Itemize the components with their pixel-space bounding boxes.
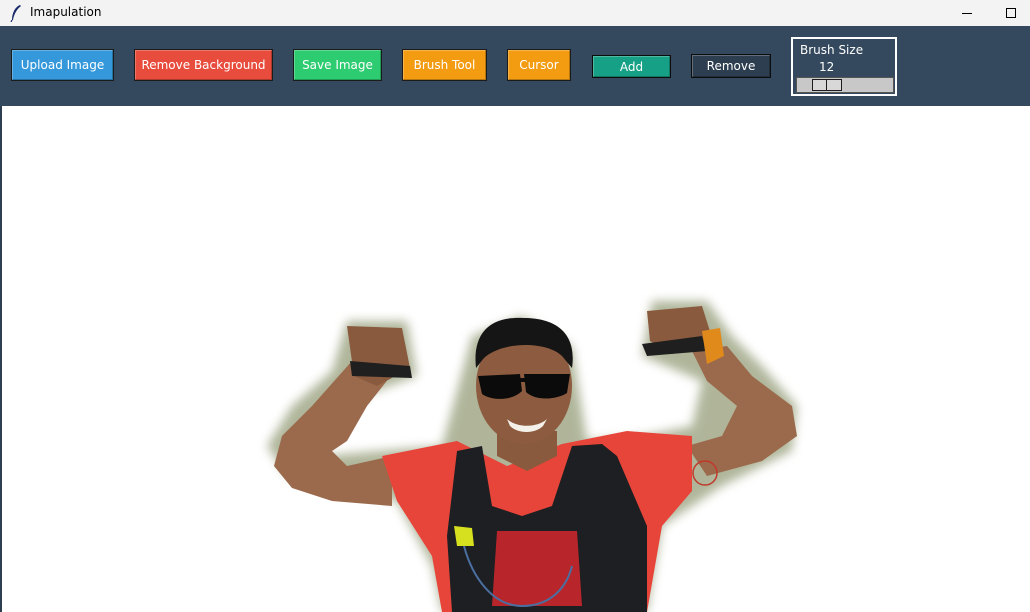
toolbar: Upload Image Remove Background Save Imag… <box>0 26 1030 106</box>
save-image-button[interactable]: Save Image <box>293 49 382 81</box>
subject-image <box>267 301 797 612</box>
minimize-icon <box>962 12 972 14</box>
remove-background-button[interactable]: Remove Background <box>134 49 273 81</box>
title-bar: Imapulation <box>0 0 1030 26</box>
brush-size-panel: Brush Size 12 <box>791 37 897 96</box>
cursor-button[interactable]: Cursor <box>507 49 571 81</box>
upload-image-button[interactable]: Upload Image <box>11 49 114 81</box>
brush-size-value: 12 <box>819 60 835 74</box>
window-title: Imapulation <box>30 5 102 19</box>
image-canvas[interactable] <box>0 106 1030 612</box>
add-mode-button[interactable]: Add <box>592 55 671 78</box>
feather-icon <box>10 5 21 22</box>
brush-size-slider[interactable] <box>796 77 894 93</box>
brush-size-label: Brush Size <box>800 43 864 57</box>
maximize-icon <box>1006 8 1016 18</box>
brush-tool-button[interactable]: Brush Tool <box>402 49 487 81</box>
maximize-button[interactable] <box>988 0 1030 26</box>
minimize-button[interactable] <box>944 0 990 26</box>
remove-mode-button[interactable]: Remove <box>691 54 771 78</box>
slider-handle[interactable] <box>812 79 842 91</box>
